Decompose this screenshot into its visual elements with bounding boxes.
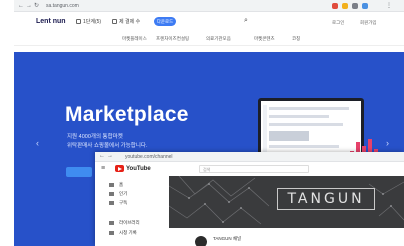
header-download-button[interactable]: 다운로드 bbox=[154, 17, 176, 26]
sidebar-item-library[interactable]: 라이브러리 bbox=[109, 220, 140, 226]
history-icon bbox=[109, 230, 114, 235]
hamburger-icon[interactable]: ≡ bbox=[101, 165, 105, 172]
back-icon[interactable]: ← bbox=[99, 153, 105, 159]
header-link-1[interactable]: 1단계(5) bbox=[76, 19, 101, 25]
extension-icon-3[interactable] bbox=[352, 3, 358, 9]
laptop-thumb bbox=[269, 131, 309, 141]
home-icon bbox=[109, 182, 114, 187]
channel-info: TANGUN 채널 bbox=[169, 228, 404, 246]
hero-subtitle-1: 지원 4000개의 통합마켓 bbox=[67, 134, 123, 140]
sidebar-item-subscriptions[interactable]: 구독 bbox=[109, 200, 127, 206]
laptop-row bbox=[269, 107, 349, 110]
channel-banner: TANGUN bbox=[169, 176, 404, 228]
extension-icon-4[interactable] bbox=[362, 3, 368, 9]
hero-subtitle-2: 위탁판매사 쇼핑몰에서 가능합니다. bbox=[67, 143, 148, 149]
youtube-wordmark[interactable]: YouTube bbox=[126, 166, 151, 173]
hero-prev-arrow[interactable]: ‹ bbox=[36, 138, 39, 148]
youtube-window-toolbar: ← → youtube.com/channel bbox=[95, 152, 404, 162]
youtube-window: ← → youtube.com/channel ≡ YouTube 검색 홈 인… bbox=[95, 152, 404, 246]
subscriptions-icon bbox=[109, 200, 114, 205]
nav-item-coaching[interactable]: 코칭 bbox=[292, 36, 300, 42]
laptop-row bbox=[269, 115, 329, 118]
youtube-play-icon[interactable] bbox=[115, 165, 124, 172]
browser-window: ← → ↻ sa.tangun.com ⋮ Lent nun 1단계(5) 제 … bbox=[14, 0, 404, 246]
sidebar-item-home[interactable]: 홈 bbox=[109, 182, 123, 188]
sidebar-item-trending[interactable]: 인기 bbox=[109, 191, 127, 197]
back-icon[interactable]: ← bbox=[18, 2, 24, 10]
hero-next-arrow[interactable]: › bbox=[386, 138, 389, 148]
library-icon bbox=[109, 220, 114, 225]
hero-cta-button[interactable] bbox=[66, 167, 92, 177]
channel-name[interactable]: TANGUN 채널 bbox=[213, 236, 241, 242]
forward-icon[interactable]: → bbox=[26, 2, 32, 10]
address-bar[interactable]: sa.tangun.com bbox=[46, 2, 79, 10]
header-link-2[interactable]: 제 결제 수 bbox=[112, 19, 140, 25]
banner-brand-text: TANGUN bbox=[277, 188, 375, 210]
nav-item-marketplace[interactable]: 마켓플레이스 bbox=[122, 36, 147, 42]
laptop-sidebar bbox=[263, 105, 267, 155]
youtube-sidebar: 홈 인기 구독 라이브러리 시청 기록 bbox=[95, 176, 169, 246]
fire-icon bbox=[109, 191, 114, 196]
reload-icon[interactable]: ↻ bbox=[34, 2, 39, 10]
youtube-search-input[interactable]: 검색 bbox=[199, 165, 309, 173]
laptop-row bbox=[269, 123, 343, 126]
menu-icon[interactable]: ⋮ bbox=[386, 2, 392, 10]
user-icon bbox=[76, 19, 81, 25]
extension-icon-2[interactable] bbox=[342, 3, 348, 9]
site-nav: 마켓플레이스 프렌차이즈컨설팅 의료기관모음 마켓콘텐츠 코칭 bbox=[14, 32, 404, 46]
search-icon[interactable]: ⌕ bbox=[244, 17, 248, 25]
youtube-top-bar: ≡ YouTube 검색 bbox=[95, 162, 404, 176]
document-icon bbox=[112, 19, 117, 25]
sidebar-item-history[interactable]: 시청 기록 bbox=[109, 230, 137, 236]
site-logo[interactable]: Lent nun bbox=[36, 18, 66, 26]
nav-item-contents[interactable]: 마켓콘텐츠 bbox=[254, 36, 275, 42]
nav-item-medical[interactable]: 의료기관모음 bbox=[206, 36, 231, 42]
channel-avatar[interactable] bbox=[195, 236, 207, 246]
browser-toolbar: ← → ↻ sa.tangun.com ⋮ bbox=[14, 0, 404, 12]
extension-icon-1[interactable] bbox=[332, 3, 338, 9]
laptop-row bbox=[269, 145, 339, 148]
login-link[interactable]: 로그인 bbox=[332, 20, 344, 26]
forward-icon[interactable]: → bbox=[107, 153, 113, 159]
site-header: Lent nun 1단계(5) 제 결제 수 다운로드 ⌕ 로그인 회원가입 bbox=[14, 12, 404, 32]
nav-item-franchise[interactable]: 프렌차이즈컨설팅 bbox=[156, 36, 189, 42]
youtube-address-bar[interactable]: youtube.com/channel bbox=[125, 153, 173, 161]
signup-link[interactable]: 회원가입 bbox=[360, 20, 377, 26]
hero-title: Marketplace bbox=[65, 103, 189, 126]
